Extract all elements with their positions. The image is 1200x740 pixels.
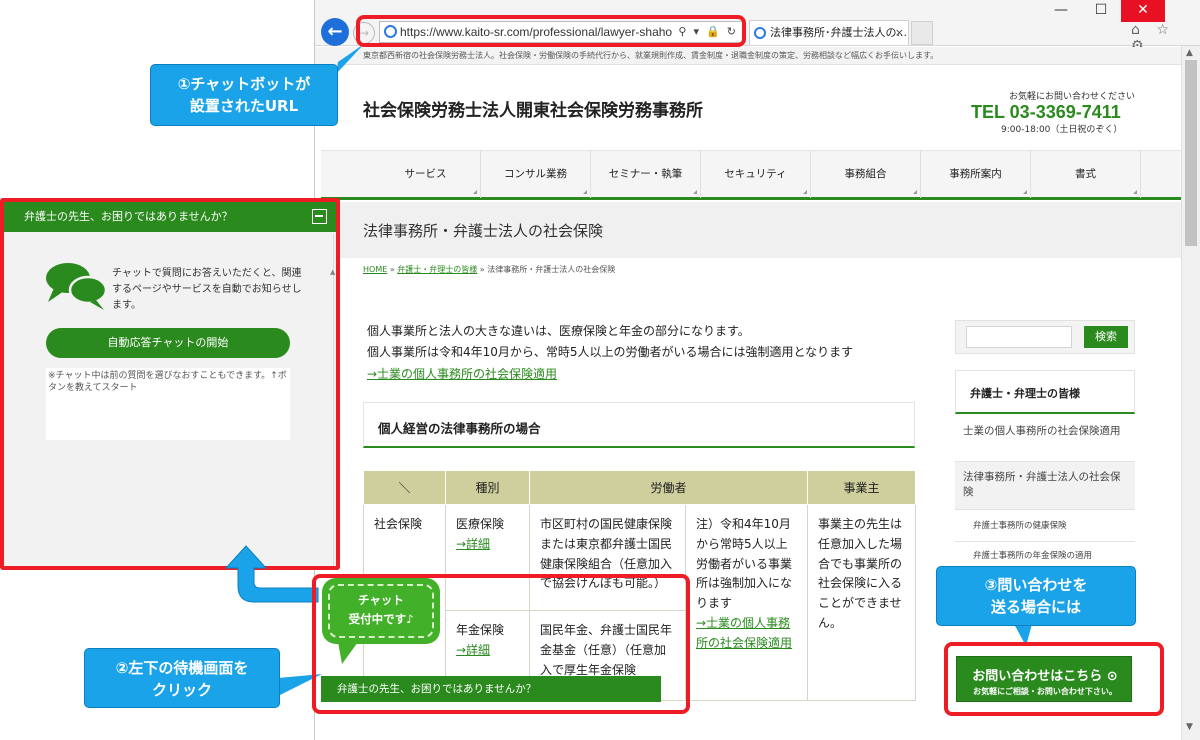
breadcrumb-home[interactable]: HOME — [363, 265, 387, 274]
section-header: 個人経営の法律事務所の場合 — [363, 402, 915, 448]
breadcrumb-parent[interactable]: 弁護士・弁理士の皆様 — [397, 265, 477, 274]
nav-office[interactable]: 事務所案内 — [921, 151, 1031, 198]
table-header: 種別 — [445, 470, 530, 505]
callout-url: ①チャットボットが 設置されたURL — [150, 64, 338, 126]
sidebar-item[interactable]: 士業の個人事務所の社会保険適用 — [955, 416, 1135, 462]
close-window-button[interactable]: ✕ — [1121, 0, 1165, 22]
contact-label: お気軽にお問い合わせください — [1009, 92, 1136, 102]
intro-link[interactable]: →士業の個人事務所の社会保険適用 — [367, 365, 557, 382]
business-hours: 9:00-18:00（土日祝のぞく） — [1001, 125, 1123, 135]
section-title: 個人経営の法律事務所の場合 — [378, 421, 541, 436]
start-chat-button[interactable]: 自動応答チャットの開始 — [46, 328, 290, 358]
table-cell: 注）令和4年10月から常時5人以上労働者がいる事業所は強制加入になります →士業の… — [684, 504, 809, 701]
tab-title: 法律事務所･弁護士法人の... — [770, 26, 907, 39]
breadcrumb-current: 法律事務所・弁護士法人の社会保険 — [487, 265, 616, 274]
intro-text-1: 個人事業所と法人の大きな違いは、医療保険と年金の部分になります。 — [367, 324, 750, 338]
nav-service[interactable]: サービス — [371, 151, 481, 198]
highlight-cta — [944, 642, 1164, 716]
scroll-up-icon[interactable]: ▲ — [330, 268, 335, 276]
phone-number: TEL 03-3369-7411 — [971, 102, 1121, 122]
nav-forms[interactable]: 書式 — [1031, 151, 1141, 198]
nav-association[interactable]: 事務組合 — [811, 151, 921, 198]
minimize-button[interactable]: — — [1041, 0, 1081, 22]
site-title[interactable]: 社会保険労務士法人開東社会保険労務事務所 — [363, 96, 703, 121]
scroll-thumb[interactable] — [1185, 60, 1197, 246]
minimize-icon[interactable] — [312, 209, 327, 224]
detail-link[interactable]: →詳細 — [456, 537, 490, 551]
nav-seminar[interactable]: セミナー・執筆 — [591, 151, 701, 198]
page-heading-bar: 法律事務所・弁護士法人の社会保険 — [321, 202, 1181, 258]
tab-close-icon[interactable]: × — [895, 21, 904, 45]
browser-tab[interactable]: 法律事務所･弁護士法人の... × — [749, 20, 909, 45]
new-tab-button[interactable] — [911, 21, 933, 45]
breadcrumb: HOME » 弁護士・弁理士の皆様 » 法律事務所・弁護士法人の社会保険 — [363, 265, 616, 274]
chat-widget: 弁護士の先生、お困りではありませんか？ ▲ チャットで質問にお答えいただくと、関… — [0, 198, 340, 570]
scrollbar[interactable]: ▲ ▼ — [1181, 46, 1200, 740]
nav-security[interactable]: セキュリティ — [701, 151, 811, 198]
sidebar-subitem[interactable]: 弁護士事務所の健康保険 — [955, 512, 1135, 542]
site-tagline: 東京都西新宿の社会保険労務士法人。社会保険・労働保険の手続代行から、就業規則作成… — [315, 47, 1187, 65]
chat-header: 弁護士の先生、お困りではありませんか？ — [4, 202, 336, 232]
table-header-row: ＼ 種別 労働者 事業主 — [363, 470, 917, 505]
chat-note: ※チャット中は前の質問を選びなおすこともできます。↑ボタンを教えてスタート — [46, 368, 290, 440]
chat-intro-text: チャットで質問にお答えいただくと、関連するページやサービスを自動でお知らせします… — [112, 268, 302, 311]
chat-body: ▲ チャットで質問にお答えいただくと、関連するページやサービスを自動でお知らせし… — [8, 234, 335, 566]
intro-text-2: 個人事業所は令和4年10月から、常時5人以上の労働者がいる場合には強制適用となり… — [367, 345, 854, 359]
callout-click: ②左下の待機画面を クリック — [84, 648, 280, 708]
shigyo-link[interactable]: →士業の個人事務所の社会保険適用 — [696, 616, 792, 650]
table-cell: 事業主の先生は任意加入した場合でも事業所の社会保険に入ることができません。 — [807, 504, 917, 701]
maximize-button[interactable]: ☐ — [1081, 0, 1121, 22]
scroll-up-icon[interactable]: ▲ — [1186, 48, 1193, 58]
table-header: 事業主 — [807, 470, 917, 505]
sidebar-item-active[interactable]: 法律事務所・弁護士法人の社会保険 — [955, 462, 1135, 510]
table-header: 労働者 — [528, 470, 809, 505]
chat-available-bubble[interactable]: チャット 受付中です♪ — [322, 578, 440, 644]
search-input[interactable] — [966, 326, 1072, 348]
curved-arrow-icon — [224, 545, 319, 603]
sidebar-subitem[interactable]: 弁護士事務所の年金保険の適用 — [955, 542, 1135, 568]
ie-icon — [754, 27, 766, 39]
main-nav: サービス コンサル業務 セミナー・執筆 セキュリティ 事務組合 事務所案内 書式 — [321, 150, 1181, 200]
sidebar-heading: 弁護士・弁理士の皆様 — [955, 370, 1135, 414]
search-box: 検索 — [955, 320, 1135, 354]
callout-contact: ③問い合わせを 送る場合には — [936, 566, 1136, 626]
nav-consulting[interactable]: コンサル業務 — [481, 151, 591, 198]
bubble-tail — [338, 642, 358, 664]
chat-bubbles-icon — [46, 263, 108, 310]
highlight-url — [356, 15, 746, 47]
scroll-down-icon[interactable]: ▼ — [1186, 722, 1193, 732]
table-header: ＼ — [363, 470, 446, 505]
page-title: 法律事務所・弁護士法人の社会保険 — [363, 222, 604, 240]
search-button[interactable]: 検索 — [1084, 326, 1128, 348]
